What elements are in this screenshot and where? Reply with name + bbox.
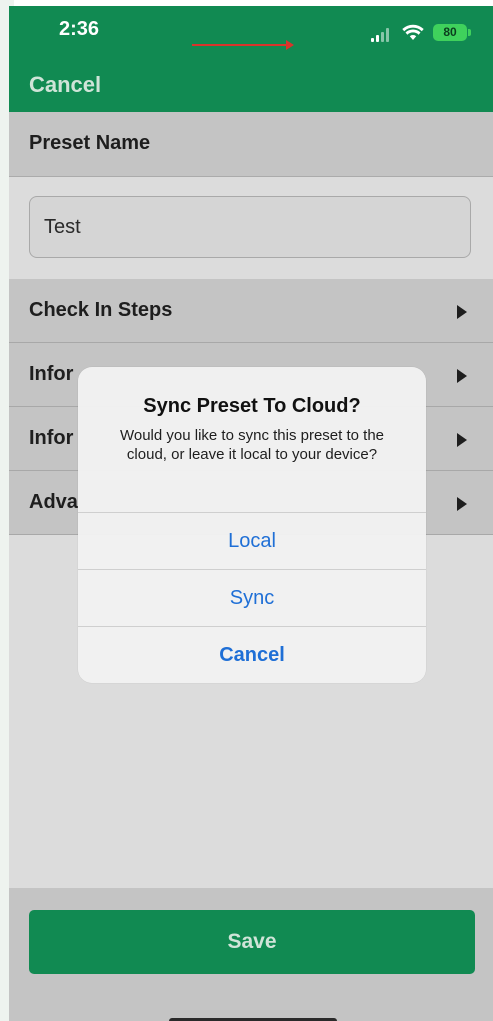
dialog-overlay: Sync Preset To Cloud? Would you like to … <box>9 6 493 1021</box>
dialog-message: Would you like to sync this preset to th… <box>119 427 385 463</box>
local-button[interactable]: Local <box>78 512 426 570</box>
dialog-cancel-button[interactable]: Cancel <box>78 626 426 683</box>
dialog-title: Sync Preset To Cloud? <box>143 395 361 417</box>
sync-button[interactable]: Sync <box>78 569 426 627</box>
phone-screen: 2:36 80 Cancel Preset Name Check In Step… <box>9 6 493 1021</box>
sync-preset-dialog: Sync Preset To Cloud? Would you like to … <box>78 367 426 683</box>
